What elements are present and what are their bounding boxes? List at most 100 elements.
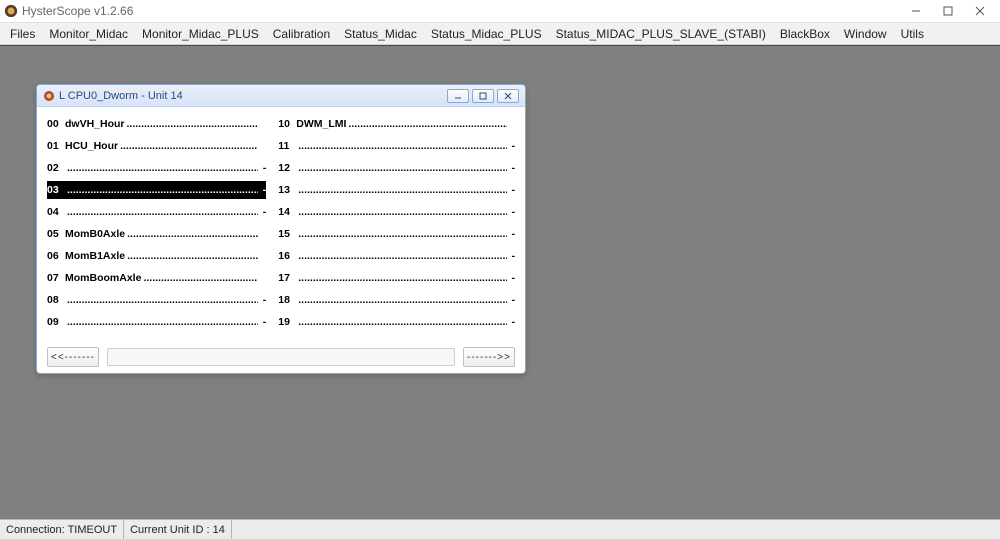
child-window-title: L CPU0_Dworm - Unit 14 (59, 90, 183, 102)
data-row[interactable]: 01HCU_Hour (47, 137, 266, 155)
data-row[interactable]: 14- (278, 203, 515, 221)
row-value: - (258, 291, 266, 309)
row-fill (296, 313, 507, 331)
row-index: 19 (278, 313, 296, 331)
data-row[interactable]: 09- (47, 313, 266, 331)
scroll-track[interactable] (107, 348, 455, 366)
menu-item[interactable]: Status_Midac (338, 25, 423, 43)
menu-item[interactable]: Window (838, 25, 893, 43)
data-row[interactable]: 08 - (47, 291, 266, 309)
row-value: - (507, 181, 515, 199)
data-row[interactable]: 05MomB0Axle (47, 225, 266, 243)
menu-item[interactable]: Utils (895, 25, 930, 43)
row-index: 04 (47, 203, 65, 221)
row-fill (65, 181, 258, 199)
row-label: MomB0Axle (65, 225, 125, 243)
right-column: 10DWM_LMI11-12-13-14-15-16-17-18-19- (278, 115, 515, 335)
row-index: 11 (278, 137, 296, 155)
row-fill (125, 247, 258, 265)
menu-bar: Files Monitor_Midac Monitor_Midac_PLUS C… (0, 23, 1000, 45)
row-label: MomB1Axle (65, 247, 125, 265)
row-value: - (507, 269, 515, 287)
menu-item[interactable]: Monitor_Midac_PLUS (136, 25, 265, 43)
row-fill (296, 203, 507, 221)
data-row[interactable]: 19 - (278, 313, 515, 331)
row-fill (125, 225, 258, 243)
window-controls (900, 0, 996, 22)
row-fill (65, 203, 258, 221)
row-fill (296, 181, 507, 199)
row-index: 17 (278, 269, 296, 287)
data-row[interactable]: 11- (278, 137, 515, 155)
menu-item[interactable]: Status_Midac_PLUS (425, 25, 548, 43)
nav-row: <<------- ------->> (47, 347, 515, 367)
minimize-button[interactable] (900, 0, 932, 22)
row-fill (118, 137, 258, 155)
child-title-bar[interactable]: L CPU0_Dworm - Unit 14 (37, 85, 525, 107)
next-page-button[interactable]: ------->> (463, 347, 515, 367)
mdi-workspace: L CPU0_Dworm - Unit 14 00dwVH_Hour 01HCU_… (0, 45, 1000, 519)
row-index: 16 (278, 247, 296, 265)
status-bar: Connection: TIMEOUT Current Unit ID : 14 (0, 519, 1000, 539)
data-columns: 00dwVH_Hour01HCU_Hour02-03-04-05MomB0Axl… (47, 115, 515, 335)
status-unit: Current Unit ID : 14 (124, 520, 232, 539)
data-row[interactable]: 16 - (278, 247, 515, 265)
menu-item[interactable]: Monitor_Midac (43, 25, 134, 43)
data-row[interactable]: 17 - (278, 269, 515, 287)
menu-item[interactable]: Status_MIDAC_PLUS_SLAVE_(STABI) (550, 25, 772, 43)
row-fill (296, 269, 507, 287)
data-row[interactable]: 07MomBoomAxle (47, 269, 266, 287)
app-title: HysterScope v1.2.66 (22, 4, 133, 18)
child-minimize-button[interactable] (447, 89, 469, 103)
status-connection: Connection: TIMEOUT (0, 520, 124, 539)
data-row[interactable]: 13 - (278, 181, 515, 199)
row-value: - (507, 313, 515, 331)
row-index: 15 (278, 225, 296, 243)
data-row[interactable]: 10DWM_LMI (278, 115, 515, 133)
child-maximize-button[interactable] (472, 89, 494, 103)
close-button[interactable] (964, 0, 996, 22)
prev-page-button[interactable]: <<------- (47, 347, 99, 367)
menu-item[interactable]: Files (4, 25, 41, 43)
row-fill (65, 313, 258, 331)
row-fill (65, 159, 258, 177)
row-index: 02 (47, 159, 65, 177)
row-index: 09 (47, 313, 65, 331)
data-row[interactable]: 18- (278, 291, 515, 309)
row-index: 03 (47, 181, 65, 199)
row-fill (296, 247, 507, 265)
row-index: 07 (47, 269, 65, 287)
row-index: 10 (278, 115, 296, 133)
row-value: - (258, 159, 266, 177)
row-value: - (258, 181, 266, 199)
row-fill (141, 269, 258, 287)
data-row[interactable]: 03 - (47, 181, 266, 199)
data-row[interactable]: 06MomB1Axle (47, 247, 266, 265)
row-index: 05 (47, 225, 65, 243)
child-close-button[interactable] (497, 89, 519, 103)
row-value: - (507, 203, 515, 221)
row-index: 13 (278, 181, 296, 199)
row-fill (346, 115, 507, 133)
row-value: - (507, 247, 515, 265)
menu-item[interactable]: BlackBox (774, 25, 836, 43)
maximize-button[interactable] (932, 0, 964, 22)
row-fill (296, 159, 507, 177)
row-index: 18 (278, 291, 296, 309)
title-bar: HysterScope v1.2.66 (0, 0, 1000, 23)
row-fill (65, 291, 258, 309)
row-index: 08 (47, 291, 65, 309)
data-row[interactable]: 04- (47, 203, 266, 221)
data-row[interactable]: 15- (278, 225, 515, 243)
row-fill (296, 137, 507, 155)
child-window-body: 00dwVH_Hour01HCU_Hour02-03-04-05MomB0Axl… (37, 107, 525, 373)
row-label: DWM_LMI (296, 115, 346, 133)
data-row[interactable]: 00dwVH_Hour (47, 115, 266, 133)
row-label: HCU_Hour (65, 137, 118, 155)
row-index: 12 (278, 159, 296, 177)
data-row[interactable]: 02 - (47, 159, 266, 177)
row-value: - (507, 159, 515, 177)
child-window[interactable]: L CPU0_Dworm - Unit 14 00dwVH_Hour 01HCU_… (36, 84, 526, 374)
data-row[interactable]: 12 - (278, 159, 515, 177)
menu-item[interactable]: Calibration (267, 25, 336, 43)
